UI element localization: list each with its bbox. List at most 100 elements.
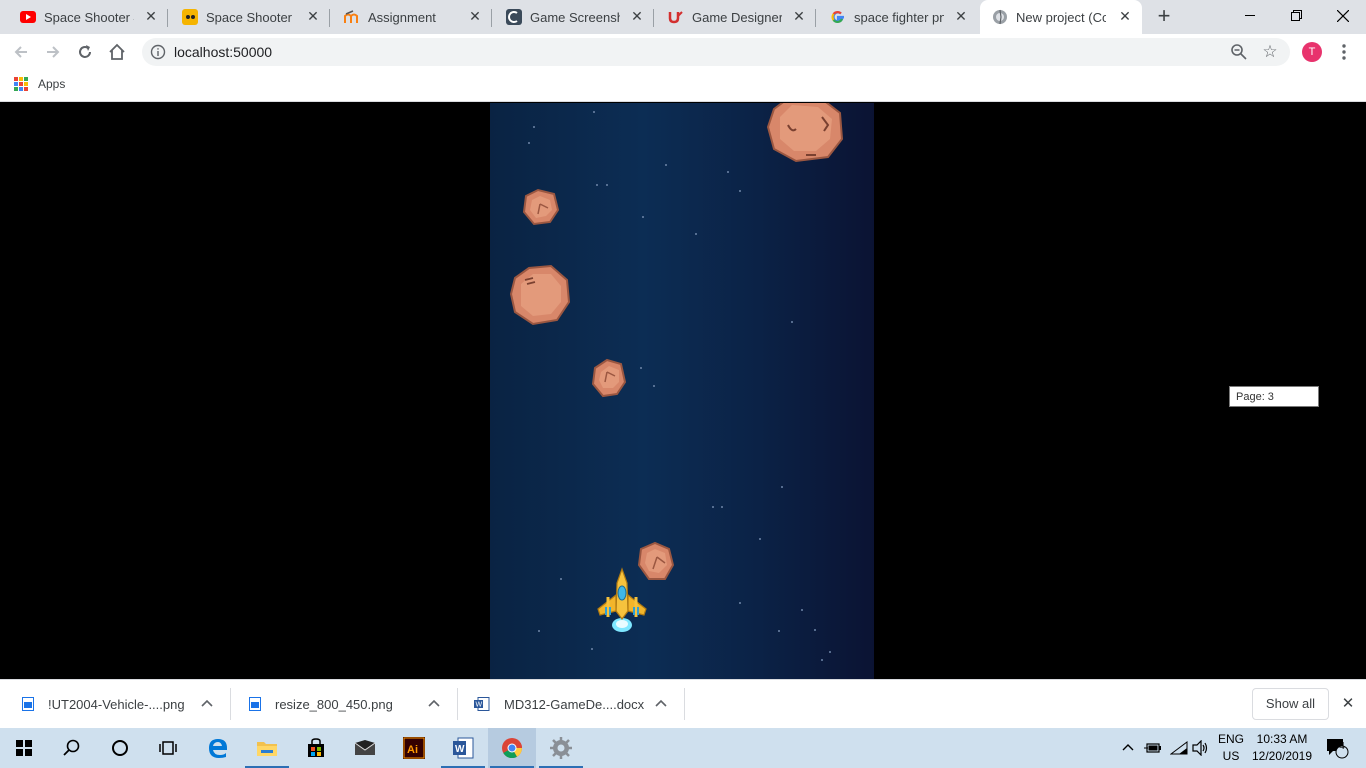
wifi-icon [1170, 741, 1188, 755]
star [528, 142, 530, 144]
edge-taskbar-icon[interactable] [194, 728, 242, 768]
action-center-button[interactable]: 4 [1322, 728, 1352, 768]
new-tab-button[interactable]: + [1152, 5, 1176, 29]
show-hidden-icons-button[interactable] [1120, 728, 1136, 768]
show-all-button[interactable]: Show all [1252, 688, 1329, 720]
game-canvas[interactable] [490, 103, 874, 679]
gear-icon [550, 737, 572, 759]
small-asteroid [522, 188, 560, 226]
chrome-taskbar-icon[interactable] [488, 728, 536, 768]
chevron-up-icon[interactable] [654, 697, 668, 711]
tab-title: New project (Cons [1016, 9, 1106, 25]
minimize-button[interactable] [1228, 0, 1274, 32]
star [721, 506, 723, 508]
tab-3[interactable]: Assignment ✕ [324, 0, 492, 34]
speaker-icon [1192, 740, 1208, 756]
download-item[interactable]: W MD312-GameDe....docx [458, 680, 685, 728]
back-button[interactable] [8, 39, 34, 65]
volume-tray-icon[interactable] [1192, 728, 1210, 768]
tab-5[interactable]: Game Designer Jo ✕ [648, 0, 816, 34]
star [781, 486, 783, 488]
wifi-tray-icon[interactable] [1170, 728, 1188, 768]
cortana-button[interactable] [96, 728, 144, 768]
star [727, 171, 729, 173]
home-icon [109, 43, 125, 60]
bookmarks-bar: Apps [0, 70, 1366, 102]
notification-count: 4 [1339, 741, 1345, 752]
star [712, 506, 714, 508]
download-filename: MD312-GameDe....docx [504, 696, 645, 712]
star [596, 184, 598, 186]
zoom-icon[interactable] [1230, 43, 1248, 61]
reload-button[interactable] [72, 39, 98, 65]
youtube-icon [20, 9, 36, 25]
tab-2[interactable]: Space Shooter Gam ✕ [162, 0, 330, 34]
star [739, 602, 741, 604]
apps-shortcut[interactable]: Apps [14, 77, 65, 91]
restore-button[interactable] [1274, 0, 1320, 32]
page-content: Page: 3 [0, 103, 1366, 679]
file-explorer-taskbar-icon[interactable] [243, 728, 291, 768]
tab-title: Game Screenshots [530, 9, 620, 25]
word-taskbar-icon[interactable]: W [439, 728, 487, 768]
clock-time: 10:33 AM [1256, 732, 1308, 746]
back-arrow-icon [14, 46, 27, 58]
tab-strip: Space Shooter #1 ✕ Space Shooter Gam ✕ A… [0, 0, 1366, 34]
tab-4[interactable]: Game Screenshots ✕ [486, 0, 654, 34]
close-tab-icon[interactable]: ✕ [630, 9, 644, 23]
illustrator-taskbar-icon[interactable]: Ai [390, 728, 438, 768]
tab-7-active[interactable]: New project (Cons ✕ [980, 0, 1142, 34]
star [640, 367, 642, 369]
upwork-icon [668, 9, 684, 25]
tab-6[interactable]: space fighter png ✕ [810, 0, 978, 34]
input-language[interactable]: ENG US [1216, 731, 1246, 765]
address-bar[interactable]: localhost:50000 ☆ [142, 38, 1290, 66]
url-text[interactable]: localhost:50000 [174, 44, 272, 60]
reload-icon [79, 45, 91, 58]
close-tab-icon[interactable]: ✕ [954, 9, 968, 23]
system-clock[interactable]: 10:33 AM 12/20/2019 [1248, 731, 1316, 765]
word-icon: W [453, 737, 474, 759]
player-spaceship [597, 567, 647, 632]
close-tab-icon[interactable]: ✕ [792, 9, 806, 23]
image-file-icon [249, 697, 261, 711]
start-button[interactable] [0, 728, 48, 768]
info-icon[interactable] [150, 44, 166, 60]
chrome-icon [502, 738, 523, 759]
close-tab-icon[interactable]: ✕ [144, 9, 158, 23]
svg-text:Ai: Ai [407, 744, 418, 756]
close-tab-icon[interactable]: ✕ [1118, 9, 1132, 23]
construct-icon [992, 9, 1008, 25]
chevron-up-icon[interactable] [427, 697, 441, 711]
star [739, 190, 741, 192]
home-button[interactable] [104, 39, 130, 65]
store-taskbar-icon[interactable] [292, 728, 340, 768]
star [759, 538, 761, 540]
tab-1[interactable]: Space Shooter #1 ✕ [0, 0, 168, 34]
apps-label: Apps [38, 77, 66, 91]
mail-taskbar-icon[interactable] [341, 728, 389, 768]
close-tab-icon[interactable]: ✕ [468, 9, 482, 23]
close-tab-icon[interactable]: ✕ [306, 9, 320, 23]
construct-taskbar-icon[interactable] [537, 728, 585, 768]
search-button[interactable] [48, 728, 96, 768]
medium-asteroid [509, 264, 571, 326]
battery-tray-icon[interactable] [1144, 728, 1162, 768]
store-bag-icon [308, 738, 324, 757]
close-shelf-icon[interactable]: ✕ [1340, 696, 1356, 712]
star [533, 126, 535, 128]
menu-icon[interactable] [1340, 42, 1348, 62]
browser-toolbar: localhost:50000 ☆ T [0, 34, 1366, 70]
svg-text:W: W [476, 702, 483, 709]
tab-title: Space Shooter #1 [44, 9, 134, 25]
forward-button[interactable] [40, 39, 66, 65]
bookmark-star-icon[interactable]: ☆ [1260, 42, 1280, 62]
close-window-button[interactable] [1320, 0, 1366, 32]
download-item[interactable]: resize_800_450.png [231, 680, 458, 728]
edge-icon [209, 739, 227, 758]
chevron-up-icon[interactable] [200, 697, 214, 711]
task-view-button[interactable] [144, 728, 192, 768]
clock-date: 12/20/2019 [1251, 749, 1313, 763]
download-item[interactable]: !UT2004-Vehicle-....png [0, 680, 231, 728]
profile-avatar[interactable]: T [1302, 42, 1322, 62]
